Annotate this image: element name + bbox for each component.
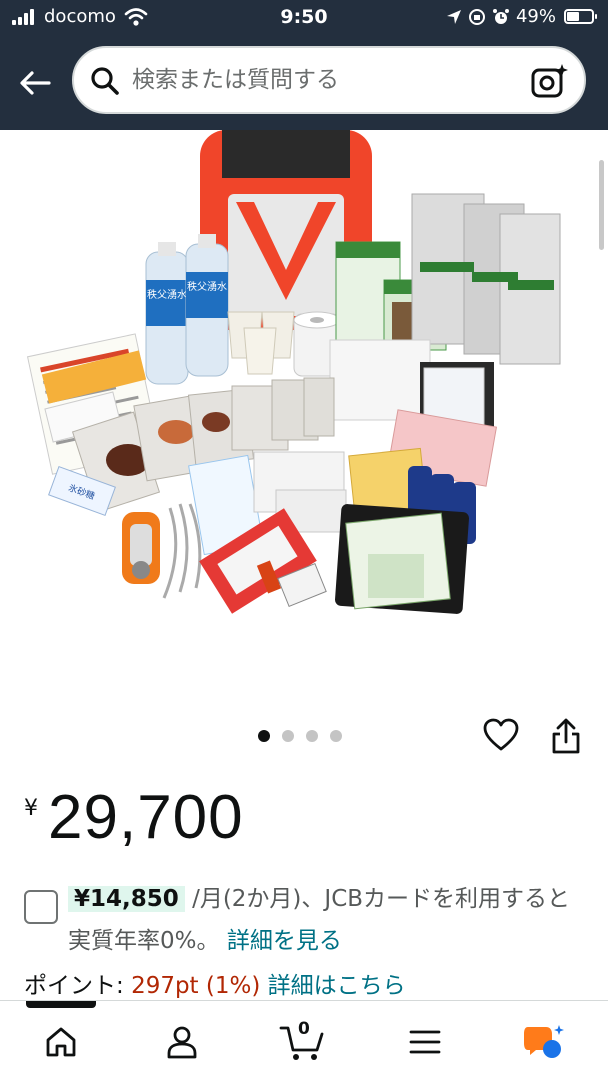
installment-amount: ¥14,850 xyxy=(68,886,185,912)
product-image[interactable]: 秩父湧水 秩父湧水 氷砂糖 xyxy=(0,130,608,700)
wifi-icon xyxy=(124,8,148,26)
home-icon xyxy=(46,1027,76,1057)
carousel-dot[interactable] xyxy=(306,730,318,742)
image-carousel-dots[interactable] xyxy=(258,730,342,742)
installment-details-link[interactable]: 詳細を見る xyxy=(227,928,342,954)
nav-home[interactable] xyxy=(31,1019,91,1065)
wishlist-heart-icon[interactable] xyxy=(482,716,520,754)
battery-percent: 49% xyxy=(515,6,556,27)
nav-active-indicator xyxy=(26,1001,96,1008)
cart-count: 0 xyxy=(298,1019,310,1039)
status-bar: docomo 9:50 49% xyxy=(0,0,608,36)
carousel-dot[interactable] xyxy=(330,730,342,742)
battery-icon xyxy=(564,9,597,24)
account-icon xyxy=(167,1026,197,1059)
share-icon[interactable] xyxy=(548,716,584,756)
price-value: 29,700 xyxy=(48,783,244,852)
water-label-1: 秩父湧水 xyxy=(147,289,187,301)
points-value: 297pt (1%) xyxy=(131,973,261,999)
carrier-name: docomo xyxy=(44,6,116,27)
points-details-link[interactable]: 詳細はこちら xyxy=(268,973,406,999)
search-bar[interactable] xyxy=(72,46,586,114)
app-header xyxy=(0,36,608,130)
screen-lock-icon xyxy=(468,8,485,25)
assistant-icon xyxy=(524,1025,564,1058)
carousel-dot[interactable] xyxy=(258,730,270,742)
nav-cart[interactable]: 0 xyxy=(272,1019,332,1065)
carousel-dot[interactable] xyxy=(282,730,294,742)
installment-offer: ¥14,850 /月(2か月)、JCBカードを利用すると実質年率0%。 詳細を見… xyxy=(68,878,588,962)
bottom-nav: 0 xyxy=(0,1000,608,1080)
water-label-2: 秩父湧水 xyxy=(187,281,227,293)
location-arrow-icon xyxy=(446,9,461,24)
menu-icon xyxy=(409,1030,441,1054)
disaster-kit-illustration: 秩父湧水 秩父湧水 氷砂糖 xyxy=(26,130,561,614)
nav-assistant[interactable] xyxy=(514,1019,574,1065)
signal-icon xyxy=(12,9,38,25)
alarm-icon xyxy=(492,8,509,24)
search-icon xyxy=(91,67,119,95)
image-scroll-indicator xyxy=(599,160,604,250)
points-label: ポイント: xyxy=(24,973,132,999)
camera-search-icon[interactable] xyxy=(530,62,570,100)
back-button[interactable] xyxy=(12,60,58,106)
points-row: ポイント: 297pt (1%) 詳細はこちら xyxy=(24,966,406,1000)
installment-checkbox[interactable] xyxy=(24,890,58,924)
search-input[interactable] xyxy=(132,60,512,100)
nav-account[interactable] xyxy=(152,1019,212,1065)
price-currency: ¥ xyxy=(24,796,38,821)
nav-menu[interactable] xyxy=(395,1019,455,1065)
back-arrow-icon xyxy=(20,71,51,95)
